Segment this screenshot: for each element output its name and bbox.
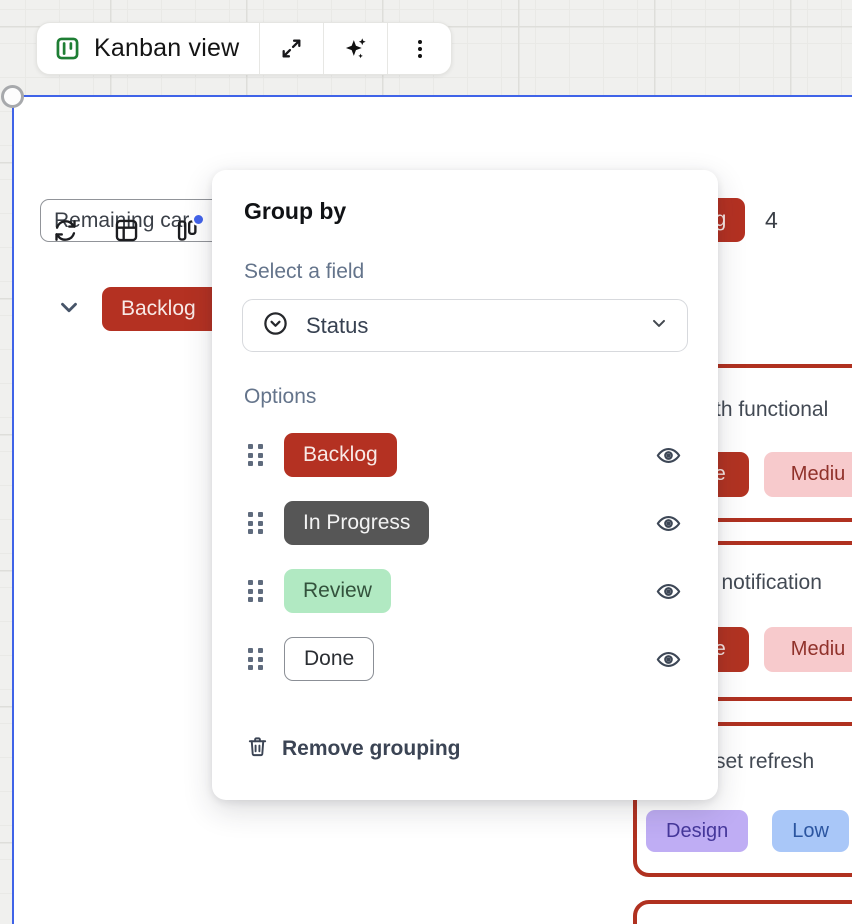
kanban-card[interactable] — [633, 900, 852, 924]
drag-handle-icon[interactable] — [248, 512, 263, 534]
refresh-button[interactable] — [35, 200, 96, 266]
layout-button[interactable] — [96, 200, 157, 266]
menu-button[interactable] — [387, 23, 451, 74]
trash-icon — [246, 735, 269, 763]
option-row: Done — [242, 637, 688, 681]
field-select[interactable]: Status — [242, 299, 688, 352]
card-title: th functional — [715, 398, 828, 422]
option-row: Backlog — [242, 433, 688, 477]
visibility-eye-icon[interactable] — [655, 510, 682, 537]
layout-icon — [113, 217, 140, 249]
chevron-down-icon[interactable] — [56, 294, 82, 325]
select-chevron-icon — [649, 313, 669, 338]
circle-chevron-down-icon — [262, 310, 289, 342]
drag-handle-icon[interactable] — [248, 648, 263, 670]
card-priority-badge[interactable]: Mediu — [764, 627, 852, 672]
card-priority-badge[interactable]: Low — [772, 810, 849, 852]
field-section-label: Select a field — [242, 260, 688, 284]
selection-handle[interactable] — [1, 85, 24, 108]
widget-title-group: Kanban view — [37, 34, 259, 63]
columns-button[interactable] — [157, 200, 218, 266]
group-by-popup: Group by Select a field Status Options B… — [212, 170, 718, 800]
visibility-eye-icon[interactable] — [655, 442, 682, 469]
refresh-icon — [52, 217, 79, 249]
option-status-badge: In Progress — [284, 501, 429, 545]
option-status-badge: Backlog — [284, 433, 397, 477]
sparkles-icon — [342, 35, 369, 62]
card-tag-badge[interactable]: Design — [646, 810, 748, 852]
kebab-menu-icon — [408, 37, 432, 61]
option-status-badge: Review — [284, 569, 391, 613]
option-row: In Progress — [242, 501, 688, 545]
ai-actions-button[interactable] — [323, 23, 387, 74]
visibility-eye-icon[interactable] — [655, 646, 682, 673]
drag-handle-icon[interactable] — [248, 444, 263, 466]
kanban-icon — [54, 35, 81, 62]
remove-grouping-label: Remove grouping — [282, 737, 461, 761]
remove-grouping-button[interactable]: Remove grouping — [242, 735, 688, 763]
widget-title: Kanban view — [94, 34, 239, 63]
card-priority-badge[interactable]: Mediu — [764, 452, 852, 497]
drag-handle-icon[interactable] — [248, 580, 263, 602]
visibility-eye-icon[interactable] — [655, 578, 682, 605]
option-row: Review — [242, 569, 688, 613]
option-status-badge: Done — [284, 637, 374, 681]
options-section-label: Options — [242, 385, 688, 409]
expand-button[interactable] — [259, 23, 323, 74]
widget-title-bar: Kanban view — [36, 22, 452, 75]
card-title: l notification — [711, 571, 822, 595]
card-title: set refresh — [715, 750, 814, 774]
popup-title: Group by — [242, 198, 688, 225]
columns-badge-dot — [192, 213, 205, 226]
field-select-value: Status — [306, 313, 632, 339]
column-card-count: 4 — [765, 207, 778, 234]
expand-icon — [279, 36, 304, 61]
